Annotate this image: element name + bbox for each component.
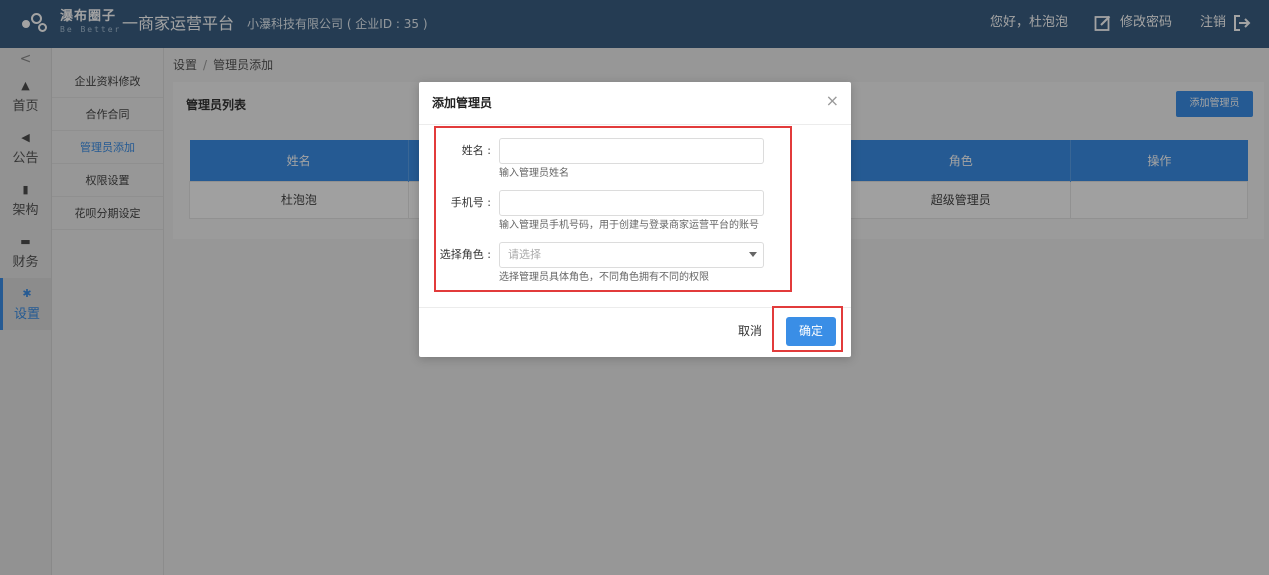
name-hint: 输入管理员姓名 xyxy=(499,168,569,179)
dialog-footer-divider xyxy=(419,307,851,308)
confirm-button[interactable]: 确定 xyxy=(786,317,836,346)
add-admin-dialog: 添加管理员 × 姓名 : 输入管理员姓名 手机号 : 输入管理员手机号码，用于创… xyxy=(419,82,851,357)
close-icon[interactable]: × xyxy=(826,92,839,110)
phone-input[interactable] xyxy=(499,190,764,216)
name-label: 姓名 : xyxy=(461,144,491,157)
phone-label: 手机号 : xyxy=(450,196,491,209)
role-hint: 选择管理员具体角色，不同角色拥有不同的权限 xyxy=(499,272,709,283)
dialog-header-divider xyxy=(419,124,851,125)
phone-hint: 输入管理员手机号码，用于创建与登录商家运营平台的账号 xyxy=(499,220,759,231)
role-select[interactable]: 请选择 xyxy=(499,242,764,268)
name-input[interactable] xyxy=(499,138,764,164)
dialog-title: 添加管理员 xyxy=(432,96,493,110)
role-label: 选择角色 : xyxy=(439,248,491,261)
cancel-button[interactable]: 取消 xyxy=(738,323,762,339)
dropdown-arrow-icon xyxy=(749,252,757,257)
role-select-value: 请选择 xyxy=(508,248,541,261)
